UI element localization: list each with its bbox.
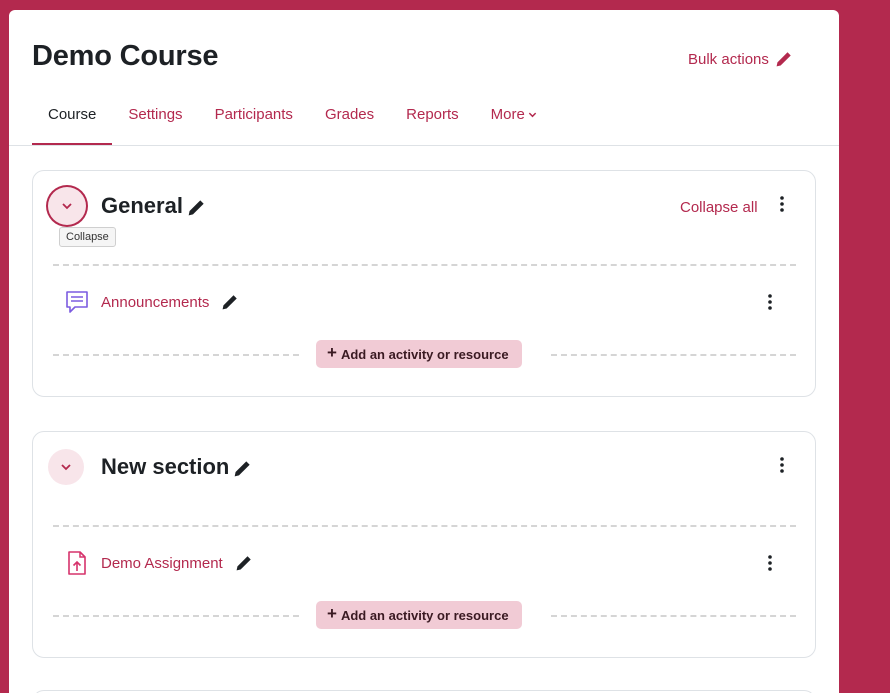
chevron-down-icon [528,103,537,129]
section-title: New section [101,454,251,480]
bulk-actions-button[interactable]: Bulk actions [688,51,792,68]
tab-grades[interactable]: Grades [309,102,390,146]
tab-label: Course [48,106,97,123]
collapse-tooltip: Collapse [59,227,116,247]
tab-course[interactable]: Course [32,102,113,146]
tab-reports[interactable]: Reports [390,102,475,146]
add-activity-label: Add an activity or resource [340,607,509,623]
section-actions-menu[interactable] [774,455,790,475]
section-divider [53,525,796,527]
course-page: Demo Course Bulk actions Course Settings… [9,10,839,693]
tab-participants[interactable]: Participants [199,102,309,146]
kebab-menu-icon [768,555,772,571]
pencil-icon [776,52,791,67]
tab-label: Participants [214,106,293,123]
forum-icon [66,291,88,313]
assignment-upload-icon [68,551,86,575]
kebab-menu-icon [780,196,784,212]
section-title-text: General [101,193,183,218]
section-title-text: New section [101,454,230,479]
tab-settings[interactable]: Settings [112,102,198,146]
tabs-divider [9,145,839,146]
section-collapse-toggle[interactable] [48,187,86,225]
tab-label: Reports [406,106,459,123]
section-divider [53,264,796,266]
plus-icon: + [327,343,337,362]
activity-item: Announcements [63,288,238,316]
pencil-icon[interactable] [221,294,238,311]
section-collapse-toggle[interactable] [48,449,84,485]
pencil-icon[interactable] [187,199,205,217]
chevron-down-icon [61,464,71,471]
section-title: General [101,193,205,219]
page-title: Demo Course [32,40,219,72]
add-activity-label: Add an activity or resource [340,346,509,362]
kebab-menu-icon [768,294,772,310]
section-general: Collapse General Collapse all Announceme… [32,170,816,397]
plus-icon: + [327,604,337,623]
tab-label: Settings [128,106,183,123]
add-activity-button[interactable]: + Add an activity or resource [316,340,522,368]
tab-more[interactable]: More [475,102,553,146]
add-divider-right [551,615,796,617]
add-divider-left [53,354,299,356]
collapse-all-link[interactable]: Collapse all [680,199,758,216]
pencil-icon[interactable] [235,555,252,572]
add-activity-button[interactable]: + Add an activity or resource [316,601,522,629]
section-actions-menu[interactable] [774,194,790,214]
activity-link[interactable]: Announcements [101,294,209,311]
section-new: New section Demo Assignment + Add an act… [32,431,816,658]
tab-label: More [490,106,525,123]
activity-actions-menu[interactable] [762,553,778,573]
bulk-actions-label: Bulk actions [688,51,769,68]
kebab-menu-icon [780,457,784,473]
chevron-down-icon [62,203,72,210]
add-divider-left [53,615,299,617]
add-divider-right [551,354,796,356]
activity-actions-menu[interactable] [762,292,778,312]
activity-link[interactable]: Demo Assignment [101,555,223,572]
pencil-icon[interactable] [233,460,251,478]
activity-item: Demo Assignment [63,549,252,577]
course-tabs: Course Settings Participants Grades Repo… [32,102,839,146]
tab-label: Grades [324,106,375,123]
